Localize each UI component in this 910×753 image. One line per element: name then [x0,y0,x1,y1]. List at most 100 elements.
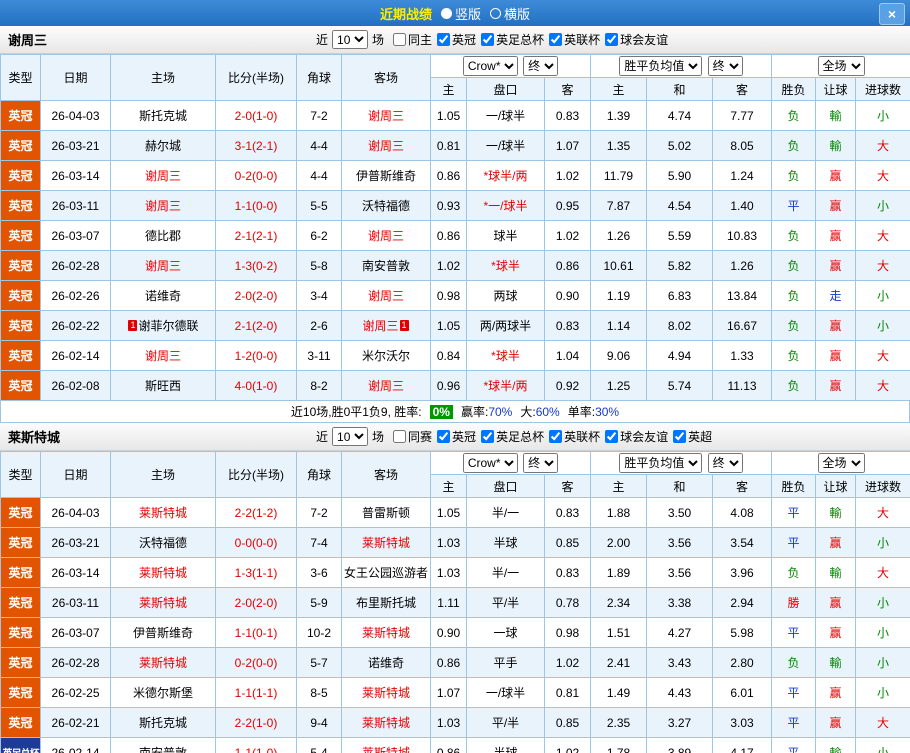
league-filter-checked[interactable]: 球会友谊 [605,31,668,48]
filter-checkbox[interactable] [481,429,495,443]
home-team[interactable]: 斯托克城 [110,100,216,131]
away-team[interactable]: 沃特福德 [341,190,431,221]
away-team[interactable]: 布里斯托城 [341,587,431,618]
away-team[interactable]: 南安普敦 [341,250,431,281]
away-team[interactable]: 莱斯特城 [341,617,431,648]
match-count-select[interactable]: 10 [332,30,369,49]
filter-checkbox[interactable] [393,32,407,46]
home-team[interactable]: 斯托克城 [110,707,216,738]
final-odds-select[interactable]: 终 [707,56,743,76]
league-filter-checked[interactable]: 英足总杯 [481,31,544,48]
goals-result-cell: 大 [855,370,910,401]
league-filter-checked[interactable]: 英超 [673,428,712,445]
close-button[interactable]: × [879,3,905,25]
filter-checkbox[interactable] [437,429,451,443]
col-result: 胜负 [771,77,817,101]
score: 2-0(2-0) [215,280,297,311]
filter-checkbox[interactable] [673,429,687,443]
final-odds-select[interactable]: 终 [523,453,559,473]
away-team[interactable]: 莱斯特城 [341,527,431,558]
league-filter-unchecked[interactable]: 同赛 [393,428,432,445]
home-team[interactable]: 南安普敦 [110,737,216,753]
goals-result-cell: 大 [855,340,910,371]
away-team[interactable]: 谢周三 1 [341,310,431,341]
col-corner: 角球 [296,451,342,498]
home-team[interactable]: 谢周三 [110,190,216,221]
away-team[interactable]: 莱斯特城 [341,737,431,753]
away-team[interactable]: 谢周三 [341,370,431,401]
filter-checkbox[interactable] [393,429,407,443]
filter-checkbox[interactable] [605,429,619,443]
radio-selected-icon[interactable] [440,7,452,19]
asian-odds-home: 0.86 [430,647,467,678]
euro-odds-home: 7.87 [590,190,647,221]
bookmaker-select[interactable]: Crow* [462,56,518,76]
col-goals: 进球数 [855,474,910,498]
euro-odds-away: 2.94 [711,587,773,618]
match-date: 26-03-11 [40,190,111,221]
radio-unselected-icon[interactable] [490,7,501,19]
home-team[interactable]: 莱斯特城 [110,647,216,678]
final-odds-select[interactable]: 终 [707,453,743,473]
match-row: 英冠 26-03-11 谢周三 1-1(0-0) 5-5 沃特福德 0.93 *一/球半 0.9… [0,190,910,221]
home-team[interactable]: 莱斯特城 [110,497,216,528]
away-team[interactable]: 普雷斯顿 [341,497,431,528]
away-team[interactable]: 谢周三 [341,220,431,251]
home-team[interactable]: 斯旺西 [110,370,216,401]
league-filter-checked[interactable]: 英联杯 [549,428,600,445]
wdl-average-select[interactable]: 胜平负均值 [619,453,703,473]
result-cell: 平 [771,677,817,708]
league-filter-checked[interactable]: 球会友谊 [605,428,668,445]
result-cell: 负 [771,250,817,281]
home-team[interactable]: 1 谢菲尔德联 [110,310,216,341]
away-team[interactable]: 女王公园巡游者 [341,557,431,588]
home-team[interactable]: 谢周三 [110,340,216,371]
home-team[interactable]: 沃特福德 [110,527,216,558]
col-away: 客场 [341,54,431,101]
goals-result-cell: 大 [855,707,910,738]
home-team[interactable]: 莱斯特城 [110,587,216,618]
home-team[interactable]: 德比郡 [110,220,216,251]
away-team[interactable]: 莱斯特城 [341,707,431,738]
filter-checkbox[interactable] [437,32,451,46]
col-date: 日期 [40,451,111,498]
league-filter-checked[interactable]: 英冠 [437,31,476,48]
radio-vertical-layout[interactable]: 竖版 [440,4,481,23]
full-match-select[interactable]: 全场 [817,56,865,76]
league-filter-checked[interactable]: 英冠 [437,428,476,445]
away-team[interactable]: 谢周三 [341,130,431,161]
away-team[interactable]: 谢周三 [341,100,431,131]
filter-checkbox[interactable] [481,32,495,46]
euro-odds-draw: 4.94 [646,340,713,371]
league-filter-unchecked[interactable]: 同主 [393,31,432,48]
home-team[interactable]: 谢周三 [110,250,216,281]
handicap-result-cell: 赢 [815,370,857,401]
away-team[interactable]: 谢周三 [341,280,431,311]
home-team[interactable]: 谢周三 [110,160,216,191]
away-team[interactable]: 诺维奇 [341,647,431,678]
away-team[interactable]: 米尔沃尔 [341,340,431,371]
summary-text: 近10场,胜0平1负9, 胜率: [290,405,422,419]
bookmaker-select[interactable]: Crow* [462,453,518,473]
home-team[interactable]: 诺维奇 [110,280,216,311]
away-team[interactable]: 伊普斯维奇 [341,160,431,191]
match-count-select[interactable]: 10 [332,427,369,446]
home-team[interactable]: 莱斯特城 [110,557,216,588]
league-filter-checked[interactable]: 英联杯 [549,31,600,48]
home-team[interactable]: 赫尔城 [110,130,216,161]
league-filter-checked[interactable]: 英足总杯 [481,428,544,445]
home-team[interactable]: 米德尔斯堡 [110,677,216,708]
filter-checkbox[interactable] [549,429,563,443]
filter-checkbox[interactable] [549,32,563,46]
radio-horizontal-layout[interactable]: 横版 [490,4,530,23]
league-filter-checkboxes: 同主 英冠 英足总杯 英联杯 球会友谊 [388,31,668,49]
full-match-select[interactable]: 全场 [817,453,865,473]
wdl-average-select[interactable]: 胜平负均值 [619,56,703,76]
match-row: 英冠 26-02-28 谢周三 1-3(0-2) 5-8 南安普敦 1.02 *球半 0.86 1… [0,250,910,281]
final-odds-select[interactable]: 终 [523,56,559,76]
filter-checkbox[interactable] [605,32,619,46]
league-badge: 英冠 [0,647,41,678]
home-team[interactable]: 伊普斯维奇 [110,617,216,648]
score: 0-2(0-0) [215,160,297,191]
away-team[interactable]: 莱斯特城 [341,677,431,708]
